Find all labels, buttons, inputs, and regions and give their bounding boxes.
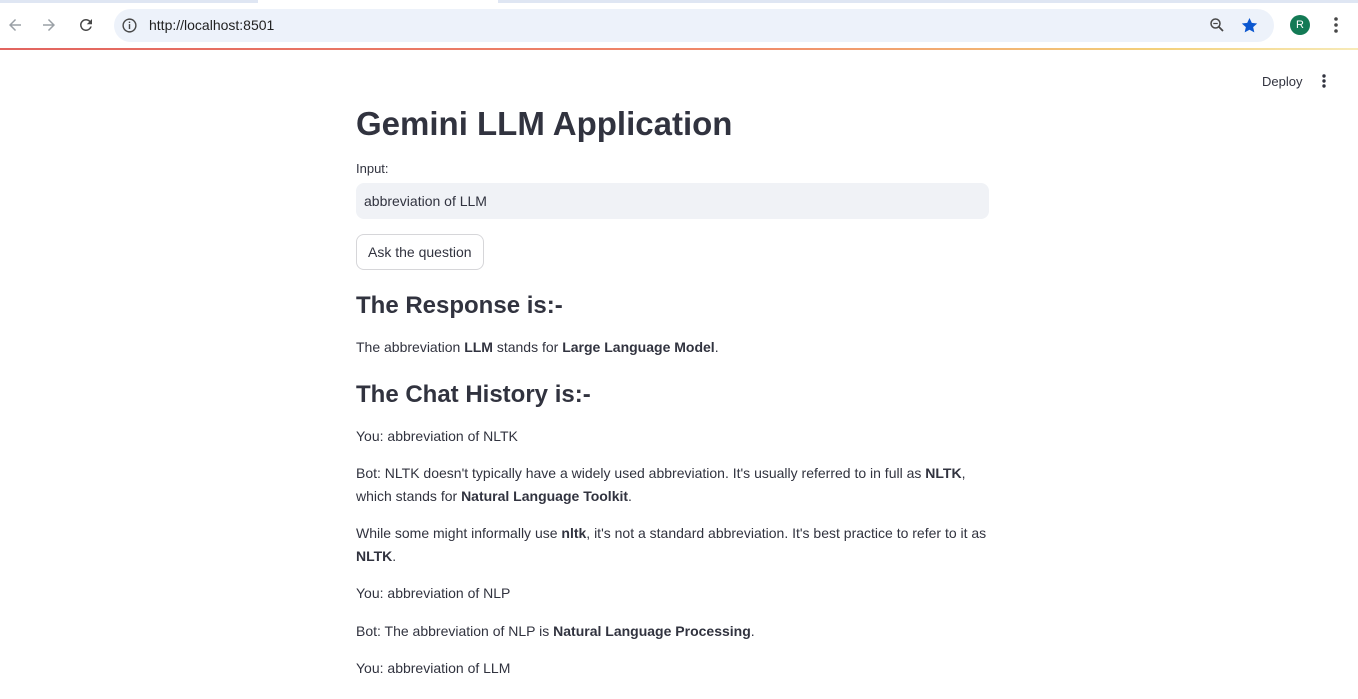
history-message-bot-cont: While some might informally use nltk, it… xyxy=(356,525,987,564)
site-info-icon[interactable] xyxy=(121,17,138,34)
history-message-user: You: abbreviation of LLM xyxy=(356,660,511,676)
response-text: The abbreviation LLM stands for Large La… xyxy=(356,339,719,355)
address-bar[interactable]: http://localhost:8501 xyxy=(114,9,1274,42)
history-message-user: You: abbreviation of NLTK xyxy=(356,428,518,444)
reload-icon[interactable] xyxy=(74,13,98,37)
history-message-bot: Bot: The abbreviation of NLP is Natural … xyxy=(356,623,755,639)
bookmark-star-icon[interactable] xyxy=(1240,16,1259,35)
forward-icon[interactable] xyxy=(37,13,61,37)
response-heading: The Response is:- xyxy=(356,292,563,319)
question-input[interactable] xyxy=(356,183,989,219)
zoom-icon[interactable] xyxy=(1208,16,1226,34)
input-label: Input: xyxy=(356,161,389,176)
page-title: Gemini LLM Application xyxy=(356,105,733,142)
deploy-button[interactable]: Deploy xyxy=(1254,68,1310,94)
chat-history-heading: The Chat History is:- xyxy=(356,381,591,408)
ask-question-button[interactable]: Ask the question xyxy=(356,234,484,270)
status-decoration-line xyxy=(0,48,1358,50)
back-icon[interactable] xyxy=(3,13,27,37)
url-text[interactable]: http://localhost:8501 xyxy=(149,17,274,33)
profile-avatar[interactable]: R xyxy=(1290,15,1310,35)
tab-strip xyxy=(0,0,1358,3)
kebab-menu-icon[interactable] xyxy=(1326,14,1346,36)
history-message-user: You: abbreviation of NLP xyxy=(356,585,511,601)
history-message-bot: Bot: NLTK doesn't typically have a widel… xyxy=(356,465,966,504)
browser-toolbar: http://localhost:8501 R xyxy=(0,0,1358,50)
app-menu-icon[interactable] xyxy=(1314,71,1334,91)
